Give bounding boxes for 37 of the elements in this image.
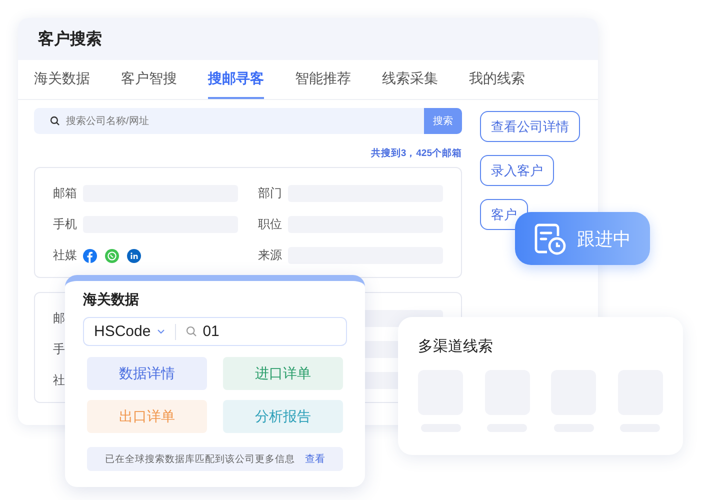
linkedin-icon[interactable] (127, 248, 141, 262)
facebook-icon[interactable] (83, 248, 97, 262)
document-clock-icon (533, 222, 567, 254)
field-label: 手机 (53, 216, 75, 233)
tab[interactable]: 线索采集 (382, 60, 438, 99)
tab[interactable]: 海关数据 (34, 60, 90, 99)
whatsapp-icon[interactable] (105, 248, 119, 262)
search-field[interactable]: 搜索公司名称/网址 搜索 (34, 108, 462, 134)
action-button[interactable]: 查看公司详情 (480, 111, 580, 142)
search-icon (50, 116, 60, 126)
card-title: 多渠道线索 (418, 337, 494, 356)
action-button[interactable]: 录入客户 (480, 155, 554, 186)
field-label: 来源 (258, 247, 280, 264)
info-text: 已在全球搜索数据库匹配到该公司更多信息 (105, 452, 295, 466)
view-link[interactable]: 查看 (305, 452, 325, 466)
data-button[interactable]: 数据详情 (87, 357, 207, 390)
tab[interactable]: 智能推荐 (295, 60, 351, 99)
search-icon (186, 326, 197, 337)
field-label: 社媒 (53, 247, 75, 264)
result-count: 共搜到3，425个邮箱 (370, 147, 462, 160)
status-toast: 跟进中 (515, 212, 650, 265)
field-label: 邮箱 (53, 185, 75, 202)
tab[interactable]: 客户智搜 (121, 60, 177, 99)
data-button[interactable]: 进口详单 (223, 357, 343, 390)
field-label: 手 (53, 341, 66, 358)
window-title: 客户搜索 (18, 18, 598, 60)
hscode-search-field[interactable]: HSCode 01 (83, 317, 347, 346)
tab[interactable]: 搜邮寻客 (208, 60, 264, 99)
search-button[interactable]: 搜索 (424, 108, 462, 134)
data-button[interactable]: 分析报告 (223, 400, 343, 433)
field-label: 部门 (258, 185, 280, 202)
tab[interactable]: 我的线索 (469, 60, 525, 99)
field-label: 邮 (53, 310, 66, 327)
popup-title: 海关数据 (83, 291, 140, 309)
field-label: 职位 (258, 216, 280, 233)
field-label: 社 (53, 372, 66, 389)
chevron-icon (156, 329, 165, 334)
